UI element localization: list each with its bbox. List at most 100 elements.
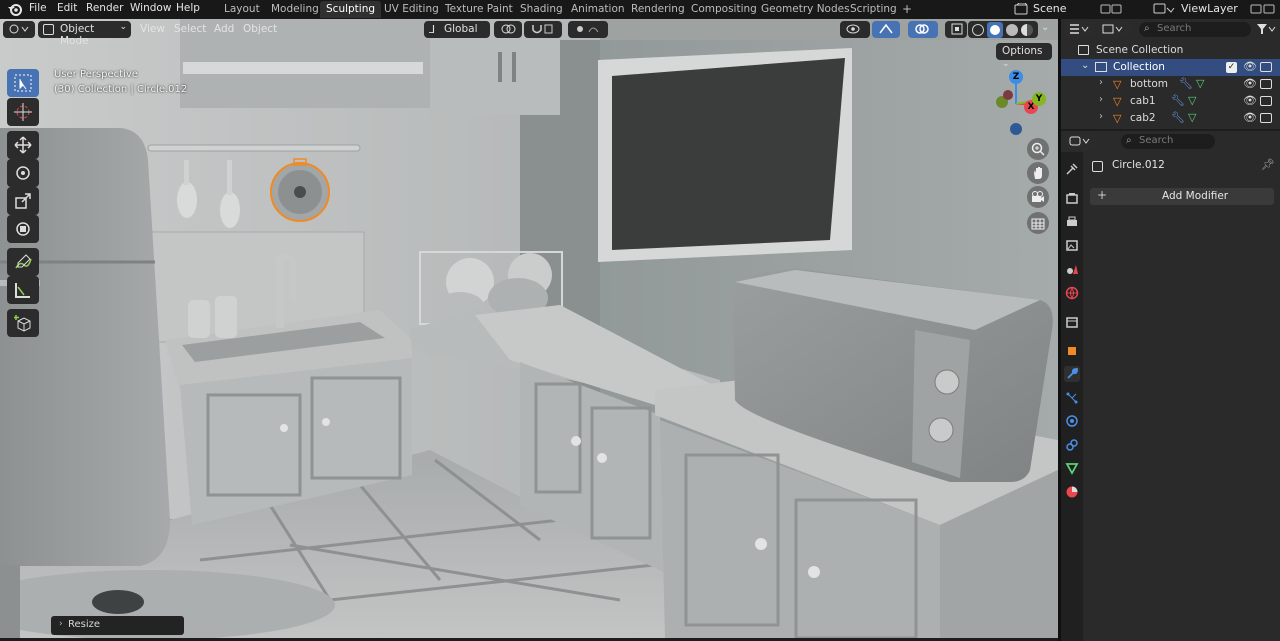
collection-tab[interactable] [1064, 314, 1080, 330]
render-tab[interactable] [1064, 190, 1080, 206]
tab-uv-editing[interactable]: UV Editing [378, 1, 445, 18]
tab-scripting[interactable]: Scripting [844, 1, 903, 18]
material-tab[interactable] [1064, 484, 1080, 500]
expand-arrow-icon[interactable]: ⌄ [1081, 60, 1089, 71]
visibility-eye-icon[interactable]: 👁 [1243, 60, 1257, 73]
render-camera-icon[interactable] [1260, 79, 1272, 89]
pan-button[interactable] [1027, 162, 1049, 184]
modifier-wrench-icon[interactable]: 🔧︎ [1179, 77, 1193, 90]
scene-browse-icon[interactable] [1100, 3, 1122, 16]
outliner-search-input[interactable]: ⌕ Search [1139, 22, 1251, 37]
view-layer-name[interactable]: ViewLayer [1181, 2, 1238, 15]
menu-view[interactable]: View [140, 23, 165, 35]
modifier-wrench-icon[interactable]: 🔧︎ [1171, 94, 1185, 107]
mesh-data-tab[interactable] [1064, 460, 1080, 476]
gizmo-y-axis[interactable]: Y [1032, 92, 1046, 106]
filter-icon[interactable] [1256, 22, 1276, 36]
transform-orientation-dropdown[interactable]: ⅃ Global [424, 21, 490, 38]
mesh-data-icon[interactable]: ▽ [1188, 94, 1196, 107]
outliner-scene-collection-row[interactable]: Scene Collection [1061, 42, 1280, 59]
world-tab[interactable] [1064, 285, 1080, 301]
add-modifier-button[interactable]: + Add Modifier [1090, 188, 1274, 205]
mesh-data-icon[interactable]: ▽ [1188, 111, 1196, 124]
exclude-checkbox[interactable]: ✓ [1226, 62, 1237, 73]
pivot-point-button[interactable] [494, 21, 522, 38]
material-shading-icon[interactable] [1006, 24, 1018, 36]
tab-layout[interactable]: Layout [218, 1, 266, 18]
tab-texture-paint[interactable]: Texture Paint [439, 1, 519, 18]
menu-add[interactable]: Add [214, 23, 234, 35]
constraints-tab[interactable] [1064, 437, 1080, 453]
menu-select[interactable]: Select [174, 23, 206, 35]
annotate-tool[interactable] [7, 248, 39, 276]
add-workspace-button[interactable]: + [896, 0, 918, 17]
outliner-editor-type-button[interactable] [1065, 21, 1095, 38]
scene-tab[interactable] [1064, 261, 1080, 277]
overlay-toggle-button[interactable] [908, 21, 938, 38]
menu-render[interactable]: Render [86, 2, 123, 14]
camera-view-button[interactable] [1027, 186, 1049, 208]
cursor-tool[interactable] [7, 98, 39, 126]
visibility-eye-icon[interactable]: 👁 [1243, 77, 1257, 90]
add-cube-tool[interactable] [7, 309, 39, 337]
view-layer-icon[interactable] [1153, 3, 1175, 16]
perspective-toggle-button[interactable] [1027, 212, 1049, 234]
transform-tool[interactable] [7, 215, 39, 243]
outliner-collection-row[interactable]: ⌄ Collection ✓ 👁 [1061, 59, 1280, 76]
expand-right-icon[interactable]: › [1099, 77, 1103, 88]
properties-editor-type-button[interactable] [1065, 133, 1097, 150]
options-dropdown[interactable]: Options ⌄ [996, 43, 1052, 69]
tab-shading[interactable]: Shading [514, 1, 569, 18]
outliner-display-mode-button[interactable] [1098, 21, 1130, 38]
particles-tab[interactable] [1064, 390, 1080, 406]
tab-animation[interactable]: Animation [565, 1, 631, 18]
wireframe-shading-icon[interactable] [972, 24, 984, 36]
blender-logo-icon[interactable] [7, 2, 23, 17]
shading-options-chevron-icon[interactable]: ⌄ [1041, 22, 1049, 33]
scale-tool[interactable] [7, 187, 39, 215]
outliner-item-cab1[interactable]: › ▽ cab1 🔧︎ ▽ 👁 [1061, 93, 1280, 110]
navigation-gizmo[interactable]: Z X Y [982, 66, 1052, 138]
menu-help[interactable]: Help [176, 2, 200, 14]
move-tool[interactable] [7, 131, 39, 159]
gizmo-toggle-button[interactable] [872, 21, 900, 38]
tool-settings-tab[interactable] [1064, 161, 1080, 177]
tab-compositing[interactable]: Compositing [685, 1, 763, 18]
render-camera-icon[interactable] [1260, 62, 1272, 72]
scene-name[interactable]: Scene [1033, 2, 1067, 15]
visibility-eye-icon[interactable]: 👁 [1243, 111, 1257, 124]
tab-modeling[interactable]: Modeling [265, 1, 325, 18]
modifiers-tab[interactable] [1064, 366, 1080, 382]
solid-shading-icon[interactable] [987, 22, 1003, 38]
menu-file[interactable]: File [29, 2, 47, 14]
modifier-wrench-icon[interactable]: 🔧︎ [1171, 111, 1185, 124]
zoom-button[interactable] [1027, 138, 1049, 160]
view-layer-tab[interactable] [1064, 237, 1080, 253]
menu-object[interactable]: Object [243, 23, 277, 35]
mesh-data-icon[interactable]: ▽ [1196, 77, 1204, 90]
tab-rendering[interactable]: Rendering [625, 1, 691, 18]
3d-viewport[interactable] [0, 19, 1058, 638]
menu-window[interactable]: Window [130, 2, 171, 14]
proportional-edit-button[interactable] [568, 21, 608, 38]
editor-type-button[interactable] [3, 21, 35, 38]
mode-dropdown[interactable]: Object Mode ⌄ [38, 21, 131, 47]
expand-right-icon[interactable]: › [1099, 111, 1103, 122]
properties-search-input[interactable]: ⌕ Search [1121, 134, 1215, 149]
menu-edit[interactable]: Edit [57, 2, 77, 14]
expand-right-icon[interactable]: › [1099, 94, 1103, 105]
snap-button[interactable] [524, 21, 562, 38]
rendered-shading-icon[interactable] [1021, 24, 1033, 36]
object-tab[interactable] [1064, 343, 1080, 359]
gizmo-z-axis[interactable]: Z [1009, 70, 1023, 84]
physics-tab[interactable] [1064, 413, 1080, 429]
pin-icon[interactable]: 📌︎ [1261, 158, 1275, 171]
render-camera-icon[interactable] [1260, 96, 1272, 106]
tab-sculpting[interactable]: Sculpting [320, 1, 382, 18]
scene-selector-icon[interactable] [1014, 2, 1028, 15]
render-camera-icon[interactable] [1260, 113, 1272, 123]
outliner-item-cab2[interactable]: › ▽ cab2 🔧︎ ▽ 👁 [1061, 110, 1280, 127]
visibility-eye-icon[interactable]: 👁 [1243, 94, 1257, 107]
last-operator-panel[interactable]: › Resize [51, 616, 184, 635]
xray-toggle-button[interactable] [945, 21, 967, 38]
